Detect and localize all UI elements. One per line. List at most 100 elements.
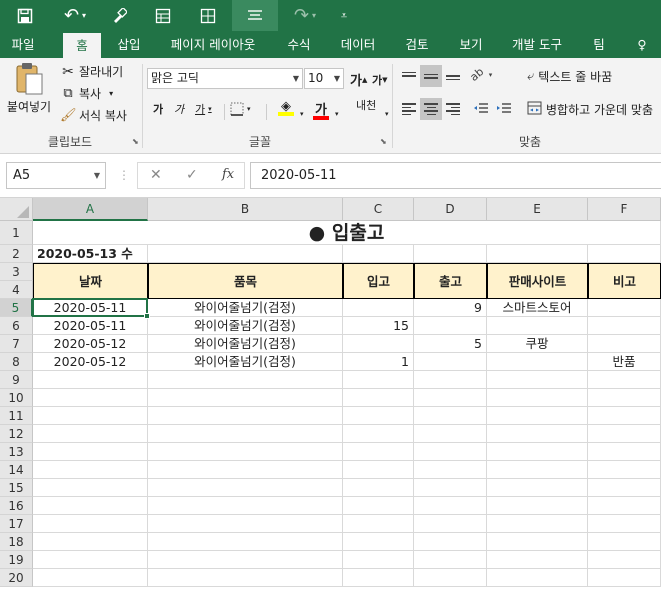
cell[interactable] — [148, 371, 343, 389]
row-header-18[interactable]: 18 — [0, 533, 33, 551]
cell[interactable] — [33, 533, 148, 551]
row-header-3[interactable]: 3 — [0, 263, 33, 281]
data-cell[interactable]: 5 — [414, 335, 487, 353]
cell[interactable] — [487, 389, 588, 407]
borders-button[interactable]: ▾ — [230, 102, 251, 116]
cell[interactable] — [414, 569, 487, 587]
data-cell[interactable]: 15 — [343, 317, 414, 335]
clipboard-launcher-icon[interactable]: ⬊ — [132, 137, 139, 146]
align-left-icon[interactable] — [398, 98, 420, 120]
cell[interactable] — [414, 389, 487, 407]
cell[interactable] — [148, 425, 343, 443]
cell[interactable] — [33, 569, 148, 587]
row-header-14[interactable]: 14 — [0, 461, 33, 479]
row-header-17[interactable]: 17 — [0, 515, 33, 533]
data-cell[interactable]: 2020-05-11 — [33, 299, 148, 317]
data-cell[interactable] — [414, 353, 487, 371]
data-cell[interactable] — [487, 317, 588, 335]
cell[interactable] — [148, 461, 343, 479]
redo-icon[interactable]: ↷ ▾ — [285, 0, 325, 31]
cell[interactable] — [343, 245, 414, 263]
tell-me-icon[interactable]: ♀ — [630, 31, 654, 58]
row-header-9[interactable]: 9 — [0, 371, 33, 389]
row-header-12[interactable]: 12 — [0, 425, 33, 443]
cell[interactable] — [33, 497, 148, 515]
align-right-icon[interactable] — [442, 98, 464, 120]
cell[interactable] — [588, 551, 661, 569]
fill-color-button[interactable]: ◈ — [278, 99, 294, 116]
copy-button[interactable]: ⧉ 복사 ▾ — [60, 85, 113, 102]
cell[interactable] — [148, 497, 343, 515]
cell[interactable] — [148, 443, 343, 461]
row-header-15[interactable]: 15 — [0, 479, 33, 497]
row-header-20[interactable]: 20 — [0, 569, 33, 587]
cell[interactable] — [33, 443, 148, 461]
cell[interactable] — [343, 443, 414, 461]
tab-formulas[interactable]: 수식 — [281, 31, 317, 58]
cell[interactable] — [33, 551, 148, 569]
column-header-b[interactable]: B — [148, 198, 343, 221]
column-header-cell[interactable]: 날짜 — [33, 263, 148, 299]
format-painter-icon[interactable] — [104, 0, 134, 31]
cell[interactable] — [148, 245, 343, 263]
cell[interactable] — [148, 533, 343, 551]
cell[interactable] — [414, 515, 487, 533]
data-cell[interactable]: 쿠팡 — [487, 335, 588, 353]
cell[interactable] — [343, 497, 414, 515]
tab-developer[interactable]: 개발 도구 — [505, 31, 569, 58]
cell[interactable] — [343, 461, 414, 479]
cell[interactable] — [487, 443, 588, 461]
tab-home[interactable]: 홈 — [63, 33, 101, 58]
cell[interactable] — [414, 443, 487, 461]
save-icon[interactable] — [10, 0, 40, 31]
align-bottom-icon[interactable] — [442, 65, 464, 87]
column-header-a[interactable]: A — [33, 198, 148, 221]
data-cell[interactable]: 반품 — [588, 353, 661, 371]
paste-button[interactable]: 붙여넣기 — [4, 62, 54, 128]
row-header-7[interactable]: 7 — [0, 335, 33, 353]
cell[interactable] — [588, 407, 661, 425]
resize-handle-icon[interactable]: ⋮ — [118, 168, 130, 182]
tab-insert[interactable]: 삽입 — [110, 31, 148, 58]
cell[interactable] — [343, 479, 414, 497]
align-top-icon[interactable] — [398, 65, 420, 87]
cancel-icon[interactable]: ✕ — [150, 167, 162, 183]
data-cell[interactable] — [588, 335, 661, 353]
cell[interactable] — [33, 425, 148, 443]
cell[interactable] — [487, 245, 588, 263]
date-cell[interactable]: 2020-05-13 수 — [33, 245, 148, 263]
cell[interactable] — [33, 371, 148, 389]
cell[interactable] — [588, 371, 661, 389]
cell[interactable] — [33, 407, 148, 425]
row-header-2[interactable]: 2 — [0, 245, 33, 263]
cell[interactable] — [588, 443, 661, 461]
column-header-cell[interactable]: 판매사이트 — [487, 263, 588, 299]
name-box[interactable]: A5 ▼ — [6, 162, 106, 189]
data-cell[interactable]: 1 — [343, 353, 414, 371]
tab-page-layout[interactable]: 페이지 레이아웃 — [163, 31, 263, 58]
cell[interactable] — [487, 497, 588, 515]
cell[interactable] — [588, 515, 661, 533]
enter-icon[interactable]: ✓ — [186, 167, 198, 183]
data-cell[interactable]: 와이어줄넘기(검정) — [148, 335, 343, 353]
column-header-cell[interactable]: 비고 — [588, 263, 661, 299]
row-header-10[interactable]: 10 — [0, 389, 33, 407]
cell[interactable] — [487, 533, 588, 551]
cell[interactable] — [148, 569, 343, 587]
data-cell[interactable] — [343, 335, 414, 353]
data-cell[interactable]: 2020-05-12 — [33, 335, 148, 353]
phonetic-button[interactable]: 내천 — [356, 100, 376, 111]
cut-button[interactable]: ✂ 잘라내기 — [60, 63, 123, 80]
column-header-f[interactable]: F — [588, 198, 661, 221]
align-center-icon[interactable] — [420, 98, 442, 120]
cell[interactable] — [414, 371, 487, 389]
cell[interactable] — [487, 479, 588, 497]
cell[interactable] — [148, 479, 343, 497]
cell[interactable] — [588, 533, 661, 551]
cell[interactable] — [588, 245, 661, 263]
data-cell[interactable]: 2020-05-11 — [33, 317, 148, 335]
grow-font-button[interactable]: 가 ▲ — [350, 70, 367, 89]
cell[interactable] — [588, 425, 661, 443]
chevron-down-icon[interactable]: ▾ — [385, 110, 389, 118]
insert-function-icon[interactable]: fx — [222, 167, 234, 182]
